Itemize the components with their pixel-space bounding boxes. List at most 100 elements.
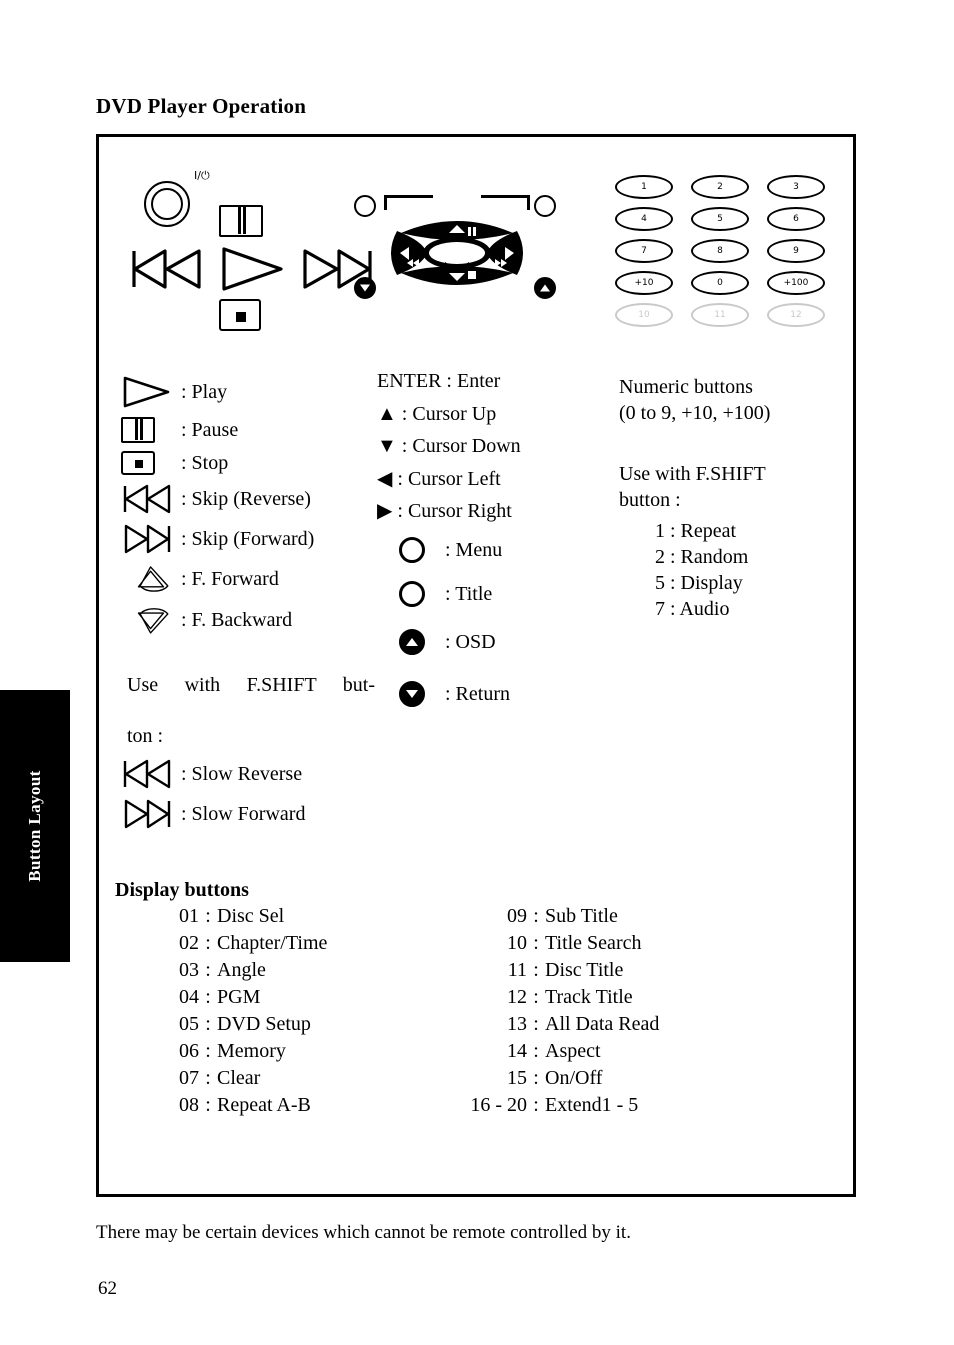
list-item: 01: Disc Sel	[133, 906, 463, 926]
fshift-note-left-cont: ton :	[127, 724, 391, 750]
footer-note: There may be certain devices which canno…	[96, 1222, 631, 1243]
content-frame: I/⏻ 1 2 3 4 5 6 7 8 9 +10 0 +100 10 11 1…	[96, 134, 856, 1197]
play-button-icon	[219, 245, 287, 298]
legend-item-skip-reverse: : Skip (Reverse)	[121, 483, 391, 515]
skip-reverse-button-icon	[129, 247, 205, 296]
key-7[interactable]: 7	[615, 239, 673, 263]
keypad-row: +10 0 +100	[615, 271, 827, 295]
item-number: 11	[507, 959, 527, 981]
item-separator: :	[205, 986, 211, 1008]
list-item: 07: Clear	[133, 1068, 463, 1088]
item-separator: :	[533, 1094, 539, 1116]
item-separator: :	[533, 1013, 539, 1035]
key-5[interactable]: 5	[691, 207, 749, 231]
legend-column-right: Numeric buttons (0 to 9, +10, +100) Use …	[619, 375, 849, 625]
list-item: 13: All Data Read	[461, 1014, 801, 1034]
item-label: Disc Title	[545, 959, 624, 981]
item-separator: :	[533, 1040, 539, 1062]
key-11-ghost: 11	[691, 303, 749, 327]
legend-cursor-right: ▶ : Cursor Right	[377, 500, 512, 523]
list-item: 02: Chapter/Time	[133, 933, 463, 953]
fshift-function-display: 5 : Display	[655, 572, 743, 595]
side-tab-label: Button Layout	[25, 770, 44, 882]
item-label: PGM	[217, 986, 261, 1008]
key-0[interactable]: 0	[691, 271, 749, 295]
legend-column-left: : Play : Pause : Stop : Skip (Reverse):…	[121, 375, 391, 838]
item-number: 14	[507, 1040, 527, 1062]
item-number: 13	[507, 1013, 527, 1035]
item-separator: :	[205, 905, 211, 927]
item-separator: :	[205, 1067, 211, 1089]
item-number: 09	[507, 905, 527, 927]
key-6[interactable]: 6	[767, 207, 825, 231]
fshift-function-audio: 7 : Audio	[655, 598, 730, 621]
list-item: 04: PGM	[133, 987, 463, 1007]
fshift-note-right-line1: Use with F.SHIFT	[619, 463, 766, 486]
item-label: On/Off	[545, 1067, 603, 1089]
title-button-icon	[534, 195, 556, 217]
item-separator: :	[205, 932, 211, 954]
legend-label: : Slow Reverse	[181, 762, 303, 785]
item-label: Title Search	[545, 932, 642, 954]
item-label: Memory	[217, 1040, 286, 1062]
display-buttons-list-left: 01: Disc Sel 02: Chapter/Time 03: Angle 04:…	[133, 906, 463, 1122]
fshift-function-list: 1 : Repeat 2 : Random 5 : Display 7 : Au…	[655, 521, 849, 619]
cursor-pad-cluster	[351, 195, 561, 305]
fshift-note-line1: Use with F.SHIFT but-	[127, 674, 375, 696]
key-10-ghost: 10	[615, 303, 673, 327]
return-button-icon	[354, 277, 376, 299]
legend-label: : Skip (Reverse)	[181, 488, 311, 510]
item-separator: :	[205, 1094, 211, 1116]
pause-icon	[121, 417, 179, 443]
legend-label: : Pause	[181, 419, 239, 441]
item-number: 10	[507, 932, 527, 954]
key-4[interactable]: 4	[615, 207, 673, 231]
legend-item-slow-forward: : Slow Forward	[121, 798, 391, 830]
key-plus100[interactable]: +100	[767, 271, 825, 295]
legend-item-osd: : OSD	[399, 628, 607, 655]
numeric-buttons-range: (0 to 9, +10, +100)	[619, 401, 771, 424]
slow-reverse-icon	[121, 758, 179, 790]
play-icon	[121, 375, 179, 409]
legend-item-return: : Return	[399, 680, 607, 707]
legend-label: : OSD	[445, 630, 496, 653]
legend-cursor-up: ▲ : Cursor Up	[377, 402, 497, 425]
legend-item-menu: : Menu	[399, 536, 607, 563]
item-label: Extend1 - 5	[545, 1094, 639, 1116]
item-number: 06	[179, 1040, 199, 1062]
fshift-function-repeat: 1 : Repeat	[655, 520, 737, 543]
remote-diagram: I/⏻ 1 2 3 4 5 6 7 8 9 +10 0 +100 10 11 1…	[99, 137, 853, 362]
fshift-note-line2: ton :	[127, 725, 164, 748]
item-number: 12	[507, 986, 527, 1008]
key-1[interactable]: 1	[615, 175, 673, 199]
key-3[interactable]: 3	[767, 175, 825, 199]
legend-label: : Slow Forward	[181, 802, 306, 825]
list-item: 15: On/Off	[461, 1068, 801, 1088]
keypad-row: 7 8 9	[615, 239, 827, 263]
item-label: Chapter/Time	[217, 932, 328, 954]
skip-forward-icon	[121, 523, 179, 555]
pause-button-icon	[219, 205, 263, 237]
item-separator: :	[533, 905, 539, 927]
key-8[interactable]: 8	[691, 239, 749, 263]
legend-label: : Play	[181, 381, 228, 403]
legend-item-pause: : Pause	[121, 417, 391, 443]
legend-enter: ENTER : Enter	[377, 370, 501, 392]
item-separator: :	[533, 959, 539, 981]
item-number: 07	[179, 1067, 199, 1089]
item-separator: :	[533, 932, 539, 954]
item-number: 16 - 20	[470, 1094, 527, 1116]
list-item: 03: Angle	[133, 960, 463, 980]
numeric-buttons-heading: Numeric buttons	[619, 376, 753, 398]
key-2[interactable]: 2	[691, 175, 749, 199]
key-plus10[interactable]: +10	[615, 271, 673, 295]
list-item: 05: DVD Setup	[133, 1014, 463, 1034]
item-label: Angle	[217, 959, 266, 981]
item-number: 02	[179, 932, 199, 954]
legend-label: : Menu	[445, 538, 503, 561]
stop-icon	[121, 451, 179, 475]
key-9[interactable]: 9	[767, 239, 825, 263]
page-title: DVD Player Operation	[96, 94, 307, 118]
item-number: 04	[179, 986, 199, 1008]
display-buttons-section: Display buttons 01: Disc Sel 02: Chapter/T…	[111, 879, 851, 1156]
